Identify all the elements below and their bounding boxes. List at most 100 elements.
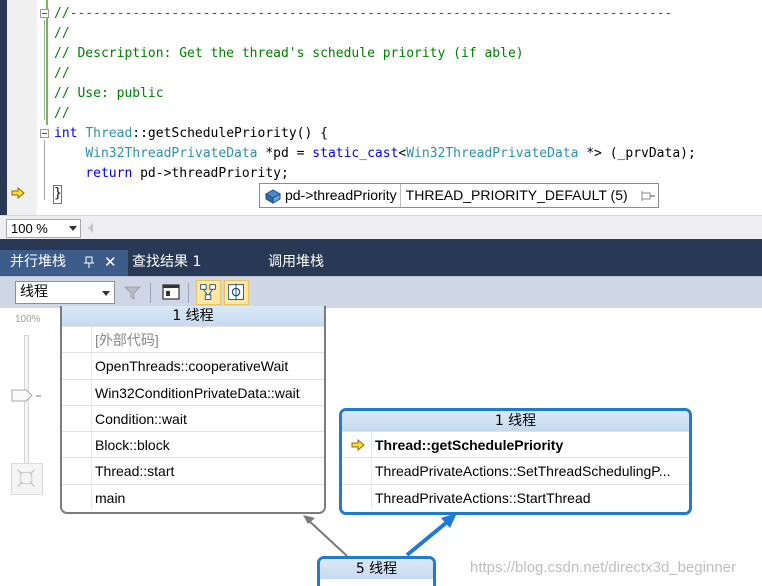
variable-icon	[264, 188, 282, 204]
code-token: pd->threadPriority;	[132, 166, 289, 181]
scroll-left-icon[interactable]	[88, 223, 93, 233]
thread-group-box-left[interactable]: 1 线程 [外部代码]OpenThreads::cooperativeWaitW…	[60, 306, 326, 514]
code-token: //	[54, 106, 70, 121]
tab-parallel-stacks[interactable]: 并行堆栈 ✕	[0, 250, 128, 276]
stack-frame-row[interactable]: Thread::getSchedulePriority	[342, 431, 689, 458]
stack-frame-row[interactable]: Thread::start	[62, 457, 324, 484]
frame-indicator-gutter	[62, 432, 92, 458]
code-line[interactable]: // Description: Get the thread's schedul…	[54, 44, 524, 64]
fit-to-window-button[interactable]	[11, 463, 43, 495]
stack-frame-label: [外部代码]	[95, 332, 159, 348]
stack-frame-label: ThreadPrivateActions::StartThread	[375, 489, 591, 506]
frame-indicator-gutter	[62, 327, 92, 353]
thread-group-box-current[interactable]: 1 线程 Thread::getSchedulePriorityThreadPr…	[339, 408, 692, 515]
zoom-slider-tick	[36, 395, 41, 397]
close-icon[interactable]: ✕	[104, 250, 117, 274]
frame-indicator-gutter	[62, 484, 92, 511]
stack-frame-label: Block::block	[95, 437, 170, 454]
stack-frame-row[interactable]: ThreadPrivateActions::SetThreadSchedulin…	[342, 457, 689, 484]
chevron-down-icon	[102, 291, 110, 296]
code-editor[interactable]: //--------------------------------------…	[0, 0, 762, 215]
code-token: Win32ThreadPrivateData	[406, 146, 579, 161]
stack-frame-label: main	[95, 489, 126, 506]
view-mode-value: 线程	[20, 284, 48, 300]
toolbar-separator	[188, 283, 189, 303]
frame-indicator-gutter	[62, 353, 92, 379]
code-token: return	[85, 166, 133, 181]
code-token: //--------------------------------------…	[54, 6, 673, 21]
code-token: Thread	[85, 126, 133, 141]
outline-line	[44, 20, 45, 120]
code-token: //	[54, 26, 70, 41]
toggle-method-view-icon[interactable]	[196, 280, 221, 305]
datatip[interactable]: pd->threadPriority THREAD_PRIORITY_DEFAU…	[259, 183, 659, 208]
method-view-icon[interactable]	[159, 280, 184, 305]
tab-label: 查找结果 1	[132, 254, 202, 270]
stack-frame-row[interactable]: OpenThreads::cooperativeWait	[62, 352, 324, 379]
pin-datatip-icon[interactable]	[640, 189, 656, 203]
stack-frame-row[interactable]: main	[62, 483, 324, 511]
code-line[interactable]: //--------------------------------------…	[54, 4, 672, 24]
tab-label: 并行堆栈	[10, 254, 66, 270]
code-line[interactable]: Win32ThreadPrivateData *pd = static_cast…	[54, 144, 696, 164]
code-line[interactable]: return pd->threadPriority;	[54, 164, 289, 184]
code-token: // Description: Get the thread's schedul…	[54, 46, 524, 61]
code-token: *> (_prvData);	[578, 146, 696, 161]
frame-indicator-gutter	[62, 379, 92, 405]
pin-icon[interactable]	[84, 256, 95, 268]
code-line[interactable]: //	[54, 104, 70, 124]
zoom-combobox[interactable]: 100 %	[6, 219, 81, 238]
thread-group-box-root[interactable]: 5 线程	[317, 556, 436, 586]
zoom-slider-thumb[interactable]	[11, 389, 33, 402]
current-frame-arrow-icon	[351, 439, 365, 451]
code-token: *pd =	[257, 146, 313, 161]
code-token: static_cast	[312, 146, 399, 161]
stack-frame-row[interactable]: Win32ConditionPrivateData::wait	[62, 378, 324, 405]
stack-frame-label: Thread::start	[95, 463, 175, 480]
stack-frame-row[interactable]: Condition::wait	[62, 404, 324, 432]
datatip-value[interactable]: THREAD_PRIORITY_DEFAULT (5)	[401, 184, 628, 207]
chevron-down-icon	[69, 226, 77, 231]
frame-indicator-gutter	[62, 405, 92, 432]
view-mode-select[interactable]: 线程	[15, 281, 115, 304]
frame-indicator-gutter	[342, 458, 372, 484]
collapse-comment-icon[interactable]	[40, 9, 49, 18]
stack-frame-label: Condition::wait	[95, 410, 187, 427]
thread-group-header: 1 线程	[62, 306, 324, 326]
code-token: int	[54, 126, 78, 141]
filter-icon[interactable]	[120, 280, 145, 305]
zoom-slider-label: 100%	[15, 314, 41, 325]
code-line[interactable]: //	[54, 64, 70, 84]
stack-frame-row[interactable]: ThreadPrivateActions::StartThread	[342, 483, 689, 510]
outline-line	[44, 140, 45, 200]
stack-frame-row[interactable]: [外部代码]	[62, 326, 324, 353]
editor-status-strip: 100 %	[0, 215, 762, 239]
thread-group-header: 1 线程	[342, 411, 689, 431]
code-line[interactable]: int Thread::getSchedulePriority() {	[54, 124, 328, 144]
code-token: ::getSchedulePriority() {	[132, 126, 328, 141]
code-line[interactable]: //	[54, 24, 70, 44]
stack-frame-label: ThreadPrivateActions::SetThreadSchedulin…	[375, 463, 671, 480]
stack-frame-row[interactable]: Block::block	[62, 431, 324, 458]
frame-indicator-gutter	[342, 484, 372, 510]
code-token: //	[54, 66, 70, 81]
window-frame-edge	[0, 0, 7, 215]
collapse-function-icon[interactable]	[40, 129, 49, 138]
parallel-stacks-toolbar: 线程	[0, 276, 762, 308]
stack-frame-label: OpenThreads::cooperativeWait	[95, 358, 289, 375]
tab-find-results[interactable]: 查找结果 1	[132, 250, 201, 276]
thread-group-header: 5 线程	[320, 559, 433, 579]
stack-frame-label: Thread::getSchedulePriority	[375, 437, 564, 453]
stack-frame-list: Thread::getSchedulePriorityThreadPrivate…	[342, 431, 689, 510]
zoom-value: 100 %	[11, 221, 48, 236]
auto-scroll-icon[interactable]	[224, 280, 249, 305]
stack-frame-list: [外部代码]OpenThreads::cooperativeWaitWin32C…	[62, 326, 324, 511]
current-statement-highlight	[53, 185, 62, 204]
current-statement-arrow-icon	[11, 187, 25, 199]
fit-icon	[17, 469, 35, 487]
code-token: // Use: public	[54, 86, 164, 101]
indicator-margin[interactable]	[7, 0, 37, 215]
code-line[interactable]: // Use: public	[54, 84, 164, 104]
tab-call-stack[interactable]: 调用堆栈	[268, 250, 324, 276]
